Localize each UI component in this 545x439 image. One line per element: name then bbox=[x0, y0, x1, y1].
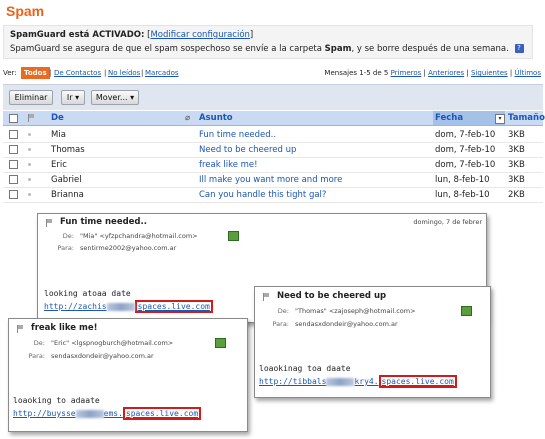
card-title: freak like me! bbox=[31, 323, 98, 333]
move-button[interactable]: Mover... ▾ bbox=[91, 90, 139, 105]
column-asunto[interactable]: Asunto bbox=[199, 113, 233, 123]
row-from: Brianna bbox=[51, 190, 84, 200]
spamguard-desc-folder: Spam bbox=[324, 44, 352, 54]
preview-card-eric: freak like me! De: "Eric" <lgspnogburch@h… bbox=[8, 318, 248, 432]
message-list-header: De ⌀ Asunto Fecha ▾ Tamaño bbox=[3, 111, 545, 126]
filter-todos[interactable]: Todos bbox=[21, 67, 50, 79]
row-checkbox[interactable] bbox=[9, 130, 18, 139]
unread-dot-icon bbox=[28, 133, 31, 136]
row-date: dom, 7-feb-10 bbox=[435, 160, 496, 170]
row-date: lun, 8-feb-10 bbox=[435, 190, 490, 200]
filter-bar: Ver: Todos | De Contactos | No leídos | … bbox=[3, 67, 541, 79]
row-subject[interactable]: Need to be cheered up bbox=[199, 145, 296, 155]
filter-no-leidos[interactable]: No leídos bbox=[108, 69, 140, 77]
spamguard-desc-text: SpamGuard se asegura de que el spam sosp… bbox=[10, 44, 322, 54]
domain-highlight: spaces.live.com bbox=[134, 300, 213, 313]
card-to: Para: sendasxdondeir@yahoo.com.ar bbox=[28, 352, 154, 360]
row-from: Eric bbox=[51, 160, 67, 170]
pager-ultimos[interactable]: Últimos bbox=[514, 69, 541, 77]
select-all-checkbox[interactable] bbox=[9, 114, 18, 123]
card-title: Need to be cheered up bbox=[277, 291, 387, 301]
row-from: Mia bbox=[51, 130, 66, 140]
row-date: dom, 7-feb-10 bbox=[435, 145, 496, 155]
flag-icon bbox=[17, 325, 23, 333]
card-body: loaoking to adaate bbox=[13, 396, 100, 405]
help-icon[interactable]: ? bbox=[514, 44, 524, 53]
card-link[interactable]: http://tibbals kry4. spaces.live.com bbox=[259, 375, 457, 388]
card-to: Para: sentirme2002@yahoo.com.ar bbox=[57, 244, 177, 252]
sort-indicator-icon[interactable]: ▾ bbox=[495, 114, 505, 124]
row-subject[interactable]: Fun time needed.. bbox=[199, 130, 276, 140]
row-subject[interactable]: Can you handle this tight gal? bbox=[199, 190, 326, 200]
domain-highlight: spaces.live.com bbox=[378, 375, 457, 388]
filter-marcados[interactable]: Marcados bbox=[145, 69, 179, 77]
card-title: Fun time needed.. bbox=[60, 217, 147, 227]
column-de[interactable]: De bbox=[51, 113, 64, 123]
filter-label: Ver: bbox=[3, 69, 17, 77]
unread-dot-icon bbox=[28, 148, 31, 151]
move-button-label: Mover... bbox=[95, 93, 128, 102]
row-date: lun, 8-feb-10 bbox=[435, 175, 490, 185]
table-row[interactable]: Gabriel Ill make you want more and more lu… bbox=[3, 172, 543, 188]
card-link[interactable]: http://zachis spaces.live.com bbox=[44, 300, 213, 313]
pager-siguientes[interactable]: Siguientes bbox=[471, 69, 508, 77]
flag-column-icon bbox=[28, 114, 34, 122]
toolbar: Eliminar Ir ▾ Mover... ▾ bbox=[3, 84, 543, 110]
spamguard-status-text: SpamGuard está ACTIVADO: bbox=[10, 30, 145, 40]
card-date: domingo, 7 de febrer bbox=[413, 218, 482, 226]
column-fecha[interactable]: Fecha bbox=[435, 113, 463, 123]
add-contact-icon[interactable] bbox=[215, 338, 226, 348]
spamguard-description: SpamGuard se asegura de que el spam sosp… bbox=[10, 44, 524, 54]
row-from: Thomas bbox=[51, 145, 85, 155]
pager-info: Mensajes 1-5 de 5 bbox=[324, 69, 389, 77]
flag-icon bbox=[263, 293, 269, 301]
unread-dot-icon bbox=[28, 193, 31, 196]
table-row[interactable]: Eric freak like me! dom, 7-feb-10 3KB bbox=[3, 157, 543, 173]
filter-contactos[interactable]: De Contactos bbox=[54, 69, 101, 77]
row-size: 2KB bbox=[508, 190, 525, 200]
page-title: Spam bbox=[6, 3, 45, 19]
modify-settings-link[interactable]: Modificar configuración bbox=[150, 30, 249, 40]
preview-card-thomas: Need to be cheered up De: "Thomas" <zajos… bbox=[254, 286, 491, 398]
column-tamano[interactable]: Tamaño bbox=[508, 113, 545, 123]
row-size: 3KB bbox=[508, 130, 525, 140]
row-size: 3KB bbox=[508, 160, 525, 170]
row-checkbox[interactable] bbox=[9, 145, 18, 154]
unread-dot-icon bbox=[28, 163, 31, 166]
row-checkbox[interactable] bbox=[9, 175, 18, 184]
pager-primeros[interactable]: Primeros bbox=[391, 69, 422, 77]
card-body: loaokinag toa daate bbox=[259, 364, 351, 373]
table-row[interactable]: Mia Fun time needed.. dom, 7-feb-10 3KB bbox=[3, 127, 543, 143]
spamguard-desc-tail: , y se borre después de una semana. bbox=[351, 44, 509, 54]
delete-button[interactable]: Eliminar bbox=[9, 90, 53, 105]
row-checkbox[interactable] bbox=[9, 190, 18, 199]
row-subject[interactable]: Ill make you want more and more bbox=[199, 175, 342, 185]
row-checkbox[interactable] bbox=[9, 160, 18, 169]
go-button-label: Ir bbox=[66, 93, 73, 102]
card-from: De: "Thomas" <zajoseph@hotmail.com> bbox=[277, 307, 416, 315]
table-row[interactable]: Brianna Can you handle this tight gal? lun… bbox=[3, 187, 543, 203]
domain-highlight: spaces.live.com bbox=[122, 407, 202, 420]
spamguard-status: SpamGuard está ACTIVADO: [Modificar conf… bbox=[10, 30, 254, 40]
add-contact-icon[interactable] bbox=[461, 306, 472, 316]
row-subject[interactable]: freak like me! bbox=[199, 160, 258, 170]
add-contact-icon[interactable] bbox=[228, 231, 239, 241]
pager: Mensajes 1-5 de 5 Primeros | Anteriores … bbox=[324, 69, 541, 77]
go-button[interactable]: Ir ▾ bbox=[61, 90, 85, 105]
unread-dot-icon bbox=[28, 178, 31, 181]
card-link[interactable]: http://buysse ems. spaces.live.com bbox=[13, 407, 202, 420]
card-to: Para: sendasxdondeir@yahoo.com.ar bbox=[272, 320, 398, 328]
row-size: 3KB bbox=[508, 175, 525, 185]
card-from: De: "Mia" <yfzpchandra@hotmail.com> bbox=[62, 232, 198, 240]
flag-icon bbox=[46, 219, 52, 227]
row-from: Gabriel bbox=[51, 175, 82, 185]
table-row[interactable]: Thomas Need to be cheered up dom, 7-feb-10… bbox=[3, 142, 543, 158]
row-size: 3KB bbox=[508, 145, 525, 155]
row-date: dom, 7-feb-10 bbox=[435, 130, 496, 140]
attachment-column-icon: ⌀ bbox=[185, 113, 191, 123]
card-from: De: "Eric" <lgspnogburch@hotmail.com> bbox=[33, 339, 174, 347]
card-body: looking atoaa date bbox=[44, 289, 131, 298]
pager-anteriores[interactable]: Anteriores bbox=[428, 69, 464, 77]
